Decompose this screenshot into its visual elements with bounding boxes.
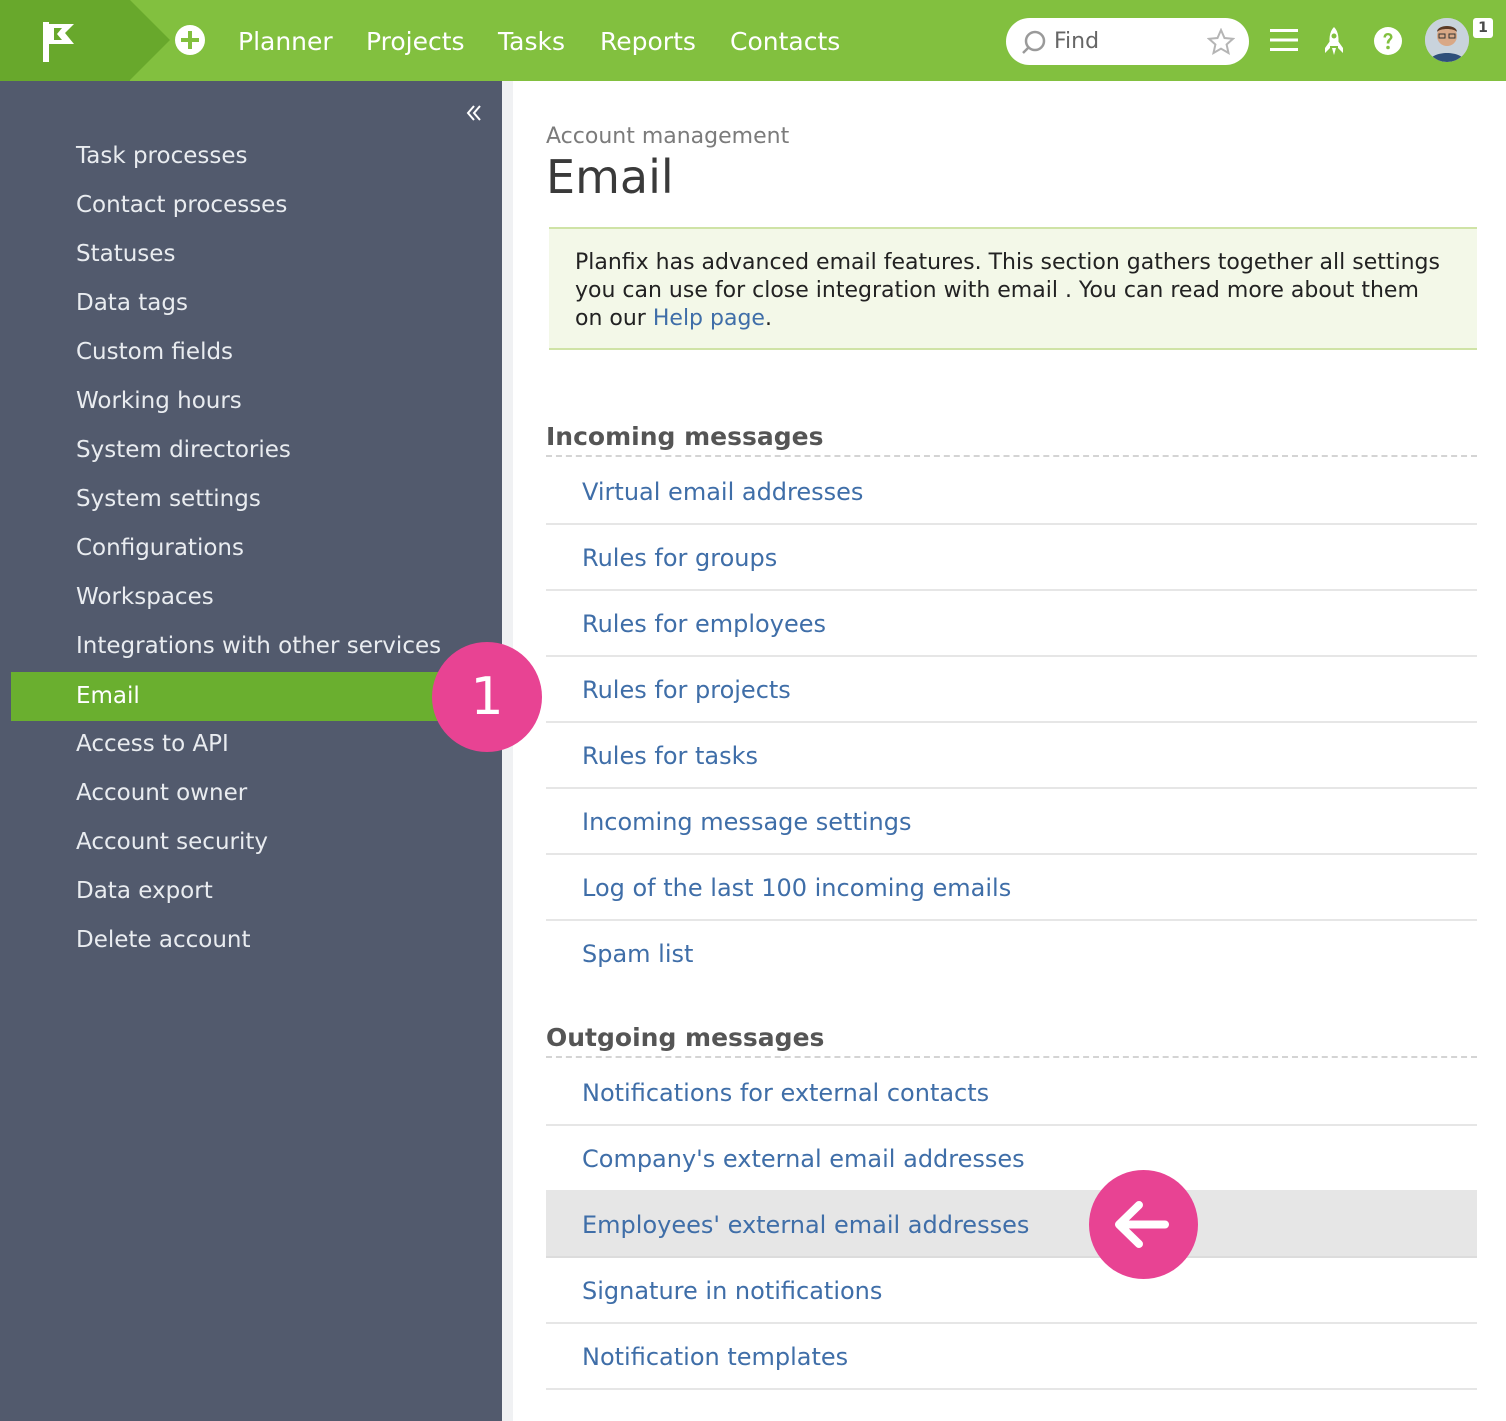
link-employees-external-emails[interactable]: Employees' external email addresses (546, 1192, 1477, 1258)
arrow-callout (1089, 1170, 1198, 1279)
link-signature-in-notifications[interactable]: Signature in notifications (546, 1258, 1477, 1324)
nav-tasks[interactable]: Tasks (498, 0, 565, 81)
sidebar-item-configurations[interactable]: Configurations (0, 524, 502, 573)
link-incoming-message-settings[interactable]: Incoming message settings (546, 789, 1477, 855)
arrow-left-icon (1115, 1201, 1169, 1248)
rocket-icon[interactable] (1322, 26, 1346, 56)
sidebar-item-custom-fields[interactable]: Custom fields (0, 328, 502, 377)
sidebar-item-account-security[interactable]: Account security (0, 818, 502, 867)
logo-arrow-shape (130, 0, 170, 80)
search-input[interactable] (1054, 18, 1194, 65)
sidebar-item-data-tags[interactable]: Data tags (0, 279, 502, 328)
link-company-external-emails[interactable]: Company's external email addresses (546, 1126, 1477, 1192)
breadcrumb[interactable]: Account management (546, 124, 789, 149)
top-navigation-bar: Planner Projects Tasks Reports Contacts (0, 0, 1506, 81)
link-rules-for-tasks[interactable]: Rules for tasks (546, 723, 1477, 789)
sidebar-item-statuses[interactable]: Statuses (0, 230, 502, 279)
help-page-link[interactable]: Help page (653, 306, 765, 331)
nav-reports[interactable]: Reports (600, 0, 696, 81)
star-icon[interactable] (1207, 28, 1235, 56)
link-notifications-external-contacts[interactable]: Notifications for external contacts (546, 1060, 1477, 1126)
sidebar-item-account-owner[interactable]: Account owner (0, 769, 502, 818)
sidebar-item-system-settings[interactable]: System settings (0, 475, 502, 524)
sidebar-item-data-export[interactable]: Data export (0, 867, 502, 916)
link-incoming-email-log[interactable]: Log of the last 100 incoming emails (546, 855, 1477, 921)
help-icon[interactable] (1373, 26, 1403, 56)
page-title: Email (546, 150, 674, 204)
notification-badge[interactable]: 1 (1473, 18, 1493, 38)
flag-logo-icon (43, 22, 74, 62)
nav-projects[interactable]: Projects (366, 0, 465, 81)
nav-contacts[interactable]: Contacts (730, 0, 840, 81)
sidebar-item-working-hours[interactable]: Working hours (0, 377, 502, 426)
sidebar-item-task-processes[interactable]: Task processes (0, 132, 502, 181)
incoming-messages-header: Incoming messages (546, 422, 1477, 457)
sidebar-item-workspaces[interactable]: Workspaces (0, 573, 502, 622)
outgoing-messages-header: Outgoing messages (546, 1023, 1477, 1058)
collapse-sidebar-icon[interactable] (464, 103, 484, 123)
sidebar-item-contact-processes[interactable]: Contact processes (0, 181, 502, 230)
sidebar-item-delete-account[interactable]: Delete account (0, 916, 502, 965)
sidebar-divider (502, 81, 513, 1421)
link-rules-for-employees[interactable]: Rules for employees (546, 591, 1477, 657)
search-icon (1022, 30, 1046, 54)
menu-icon[interactable] (1270, 28, 1298, 52)
info-box: Planfix has advanced email features. Thi… (549, 227, 1477, 350)
link-rules-for-projects[interactable]: Rules for projects (546, 657, 1477, 723)
link-notification-templates[interactable]: Notification templates (546, 1324, 1477, 1390)
sidebar-item-system-directories[interactable]: System directories (0, 426, 502, 475)
link-virtual-email-addresses[interactable]: Virtual email addresses (546, 459, 1477, 525)
plus-circle-icon[interactable] (174, 24, 206, 56)
nav-planner[interactable]: Planner (238, 0, 333, 81)
step-callout: 1 (432, 642, 542, 752)
sidebar-item-access-to-api[interactable]: Access to API (0, 720, 502, 769)
link-spam-list[interactable]: Spam list (546, 921, 1477, 987)
sidebar-item-integrations[interactable]: Integrations with other services (0, 622, 502, 671)
search-box[interactable] (1006, 18, 1249, 65)
avatar[interactable] (1425, 18, 1469, 62)
info-text-end: . (764, 306, 772, 331)
link-rules-for-groups[interactable]: Rules for groups (546, 525, 1477, 591)
user-photo-icon (1425, 18, 1469, 62)
logo-area[interactable] (0, 0, 130, 81)
sidebar-item-email[interactable]: Email (11, 672, 441, 721)
